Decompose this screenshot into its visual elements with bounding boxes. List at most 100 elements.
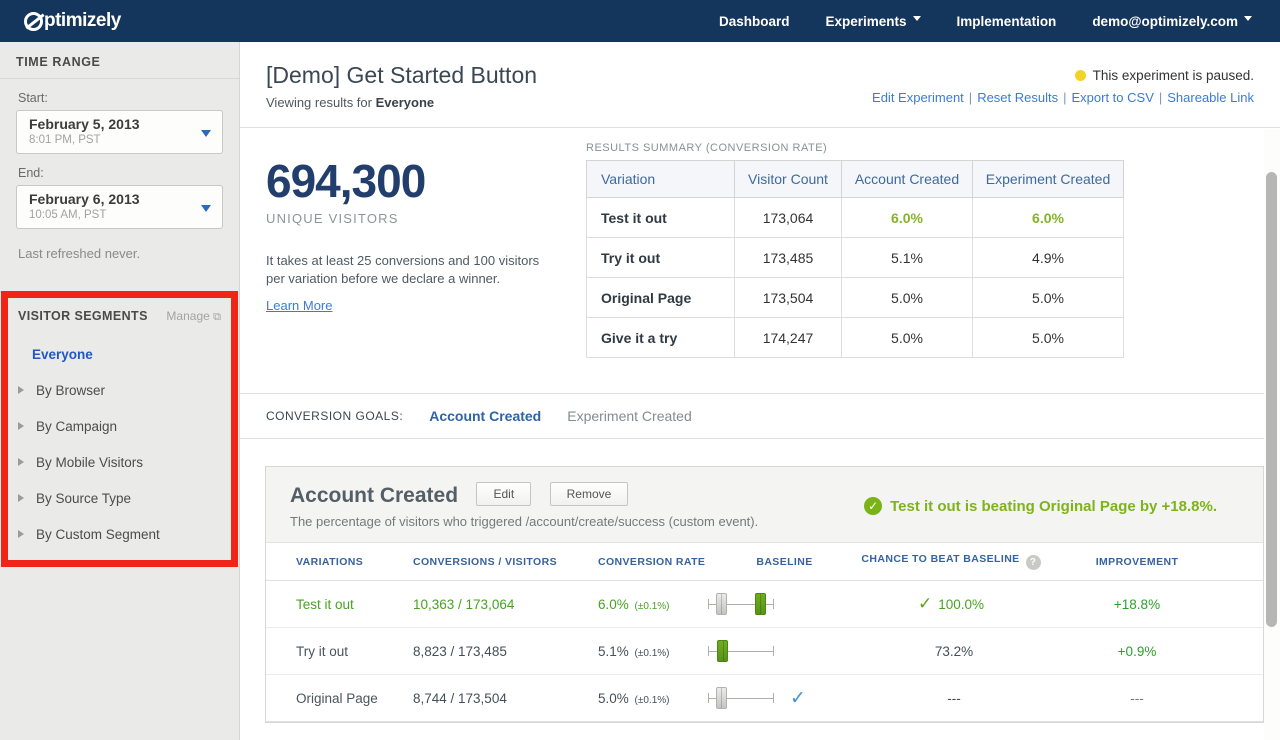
- optimizely-logo[interactable]: ptimizely: [24, 10, 121, 32]
- improvement: ---: [1041, 691, 1233, 706]
- subtitle-segment: Everyone: [376, 95, 435, 110]
- chance-to-beat: ---: [861, 688, 1041, 708]
- manage-segments-link[interactable]: Manage ⧉: [166, 309, 221, 324]
- panel-header: Account Created Edit Remove The percenta…: [266, 467, 1263, 543]
- variation-name: Test it out: [587, 198, 735, 238]
- summary-col-visitor-count: Visitor Count: [735, 161, 842, 198]
- scrollbar-track[interactable]: [1264, 129, 1280, 740]
- nav-item-experiments[interactable]: Experiments: [826, 14, 921, 29]
- baseline-check-icon: ✓: [790, 687, 806, 710]
- check-circle-icon: ✓: [864, 497, 882, 515]
- variation-name: Give it a try: [587, 318, 735, 358]
- experiment-created-rate: 6.0%: [973, 198, 1124, 238]
- baseline-green-box: [717, 640, 728, 662]
- unique-visitors-count: 694,300: [266, 154, 586, 208]
- table-row: Test it out 10,363 / 173,064 6.0% (±0.1%…: [266, 581, 1263, 628]
- table-row: Try it out 173,485 5.1% 4.9%: [587, 238, 1124, 278]
- chevron-down-icon: [201, 205, 211, 217]
- triangle-right-icon: [18, 386, 28, 394]
- segment-item-by-campaign[interactable]: By Campaign: [8, 408, 231, 444]
- optimizely-o-icon: [24, 12, 43, 31]
- nav-item-implementation[interactable]: Implementation: [957, 14, 1057, 29]
- conversion-rate: 5.1% (±0.1%): [598, 644, 708, 659]
- baseline-green-box: [755, 593, 766, 615]
- winner-note: It takes at least 25 conversions and 100…: [266, 252, 544, 288]
- triangle-right-icon: [18, 458, 28, 466]
- conversion-goals-label: CONVERSION GOALS:: [266, 409, 403, 423]
- optimizely-logo-text: ptimizely: [44, 10, 121, 32]
- segment-item-everyone[interactable]: Everyone: [8, 336, 231, 372]
- start-label: Start:: [18, 91, 223, 105]
- baseline-chart: ✓: [708, 685, 861, 711]
- chevron-down-icon: [913, 16, 921, 25]
- paused-dot-icon: [1075, 70, 1086, 81]
- results-summary: RESULTS SUMMARY (CONVERSION RATE) Variat…: [586, 128, 1124, 358]
- visitor-count: 173,504: [735, 278, 842, 318]
- visitor-count: 174,247: [735, 318, 842, 358]
- shareable-link[interactable]: Shareable Link: [1167, 90, 1254, 105]
- baseline-gray-box: [716, 687, 727, 709]
- visitor-count: 173,485: [735, 238, 842, 278]
- baseline-gray-box: [716, 593, 727, 615]
- conversions-visitors: 10,363 / 173,064: [413, 597, 598, 612]
- variation-name: Test it out: [296, 597, 413, 612]
- main-content: [Demo] Get Started Button Viewing result…: [240, 42, 1280, 740]
- variation-name: Original Page: [296, 691, 413, 706]
- account-created-panel: Account Created Edit Remove The percenta…: [265, 466, 1264, 723]
- col-variations: VARIATIONS: [296, 556, 413, 568]
- results-summary-table: Variation Visitor Count Account Created …: [586, 160, 1124, 358]
- triangle-right-icon: [18, 494, 28, 502]
- end-date-select[interactable]: February 6, 2013 10:05 AM, PST: [16, 185, 223, 229]
- visitor-segments-title: VISITOR SEGMENTS: [18, 309, 148, 323]
- tab-experiment-created[interactable]: Experiment Created: [567, 408, 692, 424]
- nav-item-dashboard[interactable]: Dashboard: [719, 14, 790, 29]
- summary-col-variation: Variation: [587, 161, 735, 198]
- tab-account-created[interactable]: Account Created: [429, 408, 541, 424]
- experiment-created-rate: 5.0%: [973, 278, 1124, 318]
- table-row: Try it out 8,823 / 173,485 5.1% (±0.1%) …: [266, 628, 1263, 675]
- remove-goal-button[interactable]: Remove: [550, 482, 629, 506]
- col-chance-to-beat: CHANCE TO BEAT BASELINE?: [861, 553, 1041, 570]
- segment-item-by-source-type[interactable]: By Source Type: [8, 480, 231, 516]
- col-conversion-rate: CONVERSION RATE: [598, 556, 708, 568]
- reset-results-link[interactable]: Reset Results: [977, 90, 1058, 105]
- time-range-title: TIME RANGE: [0, 42, 239, 79]
- summary-col-account-created: Account Created: [842, 161, 973, 198]
- learn-more-link[interactable]: Learn More: [266, 298, 332, 313]
- header-links: Edit Experiment|Reset Results|Export to …: [872, 90, 1254, 105]
- conversions-visitors: 8,744 / 173,504: [413, 691, 598, 706]
- improvement: +18.8%: [1041, 597, 1233, 612]
- nav-item-account[interactable]: demo@optimizely.com: [1092, 14, 1252, 29]
- edit-experiment-link[interactable]: Edit Experiment: [872, 90, 964, 105]
- results-summary-label: RESULTS SUMMARY (CONVERSION RATE): [586, 142, 1124, 154]
- export-csv-link[interactable]: Export to CSV: [1072, 90, 1154, 105]
- end-time-value: 10:05 AM, PST: [29, 208, 194, 222]
- chevron-down-icon: [201, 130, 211, 142]
- scrollbar-thumb[interactable]: [1266, 172, 1277, 627]
- segment-list: Everyone By Browser By Campaign By Mobil…: [8, 336, 231, 552]
- sidebar: TIME RANGE Start: February 5, 2013 8:01 …: [0, 42, 240, 740]
- col-improvement: IMPROVEMENT: [1041, 556, 1233, 568]
- variation-name: Original Page: [587, 278, 735, 318]
- start-time-value: 8:01 PM, PST: [29, 133, 194, 147]
- page-header: [Demo] Get Started Button Viewing result…: [240, 42, 1280, 128]
- winner-message: ✓ Test it out is beating Original Page b…: [864, 497, 1217, 515]
- baseline-chart: [708, 638, 861, 664]
- experiment-status: This experiment is paused.: [872, 68, 1254, 83]
- segment-item-by-mobile-visitors[interactable]: By Mobile Visitors: [8, 444, 231, 480]
- end-label: End:: [18, 166, 223, 180]
- nav-menu: Dashboard Experiments Implementation dem…: [719, 14, 1252, 29]
- segment-item-by-browser[interactable]: By Browser: [8, 372, 231, 408]
- table-row: Original Page 173,504 5.0% 5.0%: [587, 278, 1124, 318]
- account-created-rate: 5.0%: [842, 318, 973, 358]
- start-date-value: February 5, 2013: [29, 116, 194, 133]
- unique-visitors-label: UNIQUE VISITORS: [266, 211, 586, 226]
- conversion-rate: 5.0% (±0.1%): [598, 691, 708, 706]
- edit-goal-button[interactable]: Edit: [476, 482, 531, 506]
- help-icon[interactable]: ?: [1026, 555, 1041, 570]
- experiment-created-rate: 4.9%: [973, 238, 1124, 278]
- segment-item-by-custom-segment[interactable]: By Custom Segment: [8, 516, 231, 552]
- top-nav: ptimizely Dashboard Experiments Implemen…: [0, 0, 1280, 42]
- start-date-select[interactable]: February 5, 2013 8:01 PM, PST: [16, 110, 223, 154]
- goal-title: Account Created: [290, 484, 458, 508]
